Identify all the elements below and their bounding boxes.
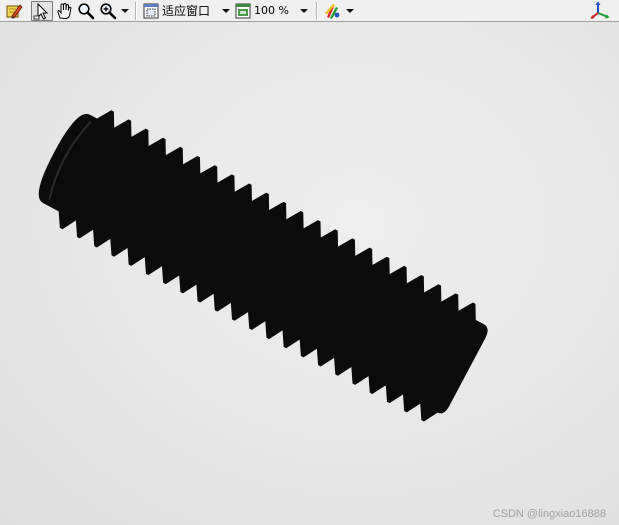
pan-tool-button[interactable] [53,1,75,21]
screw-image [38,110,488,422]
pointer-tool-button[interactable] [31,0,53,21]
watermark-text: CSDN @lingxiao16888 [492,508,606,520]
zoom-in-icon [100,2,117,19]
axes-tool-button[interactable] [589,1,611,21]
edit-tool-button[interactable] [3,1,25,21]
screw-body [38,110,488,422]
zoom-level-dropdown-arrow[interactable] [298,1,309,21]
color-dropdown-arrow[interactable] [344,1,355,21]
pointer-arrow-icon [33,2,49,20]
fit-mode-label: 适应窗口 [162,3,211,18]
xyz-axes-icon [590,1,610,19]
fit-window-icon [143,3,159,18]
toolbar-separator [135,1,136,20]
zoom-dropdown-arrow[interactable] [119,1,130,21]
zoom-level-selector[interactable]: 100 % [233,1,311,21]
toolbar-separator [316,1,317,20]
magnify-tool-button[interactable] [75,1,97,21]
image-viewport[interactable]: CSDN @lingxiao16888 [0,22,619,525]
pencil-edit-icon [6,3,23,19]
fit-mode-dropdown-arrow[interactable] [220,1,231,21]
zoom-level-label: 100 % [254,3,289,17]
fit-mode-selector[interactable]: 适应窗口 [141,1,233,21]
hand-pan-icon [57,2,72,19]
color-palette-icon [325,3,340,19]
image-toolbar: 适应窗口 100 % [0,0,619,22]
color-tool-button[interactable] [322,1,344,21]
zoom-level-icon [235,3,251,18]
magnifier-icon [78,2,95,19]
zoom-tool-button[interactable] [97,1,119,21]
